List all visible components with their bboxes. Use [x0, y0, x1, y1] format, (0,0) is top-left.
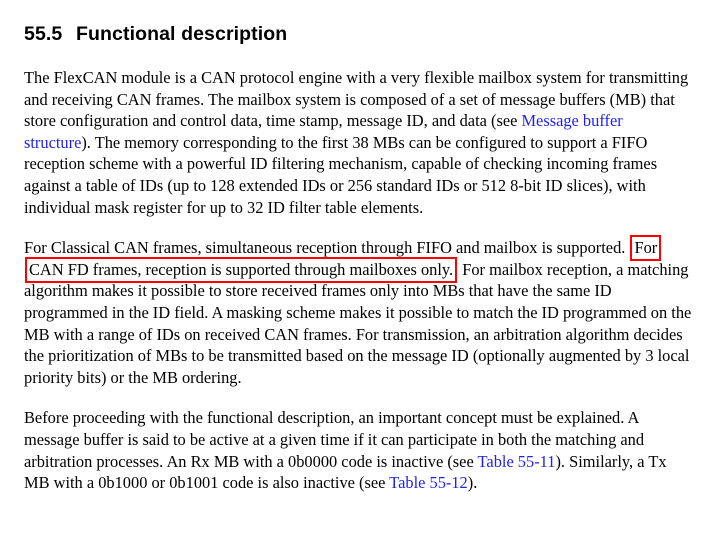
paragraph-text: ).: [467, 473, 478, 493]
document-page: 55.5 Functional description The FlexCAN m…: [0, 0, 716, 534]
section-title: Functional description: [76, 23, 288, 45]
paragraph-intro: The FlexCAN module is a CAN protocol eng…: [24, 67, 692, 218]
document-content: 55.5 Functional description The FlexCAN m…: [24, 0, 692, 494]
paragraph-text: For Classical CAN frames, simultaneous r…: [24, 238, 626, 258]
section-number: 55.5: [24, 23, 63, 45]
link-table-55-12[interactable]: Table 55-12: [389, 473, 468, 492]
page-title: 55.5 Functional description: [24, 0, 692, 46]
paragraph-active-mb: Before proceeding with the functional de…: [24, 407, 692, 493]
link-table-55-11[interactable]: Table 55-11: [478, 452, 556, 471]
paragraph-reception: For Classical CAN frames, simultaneous r…: [24, 235, 692, 388]
paragraph-text: ). The memory corresponding to the first…: [24, 132, 658, 217]
